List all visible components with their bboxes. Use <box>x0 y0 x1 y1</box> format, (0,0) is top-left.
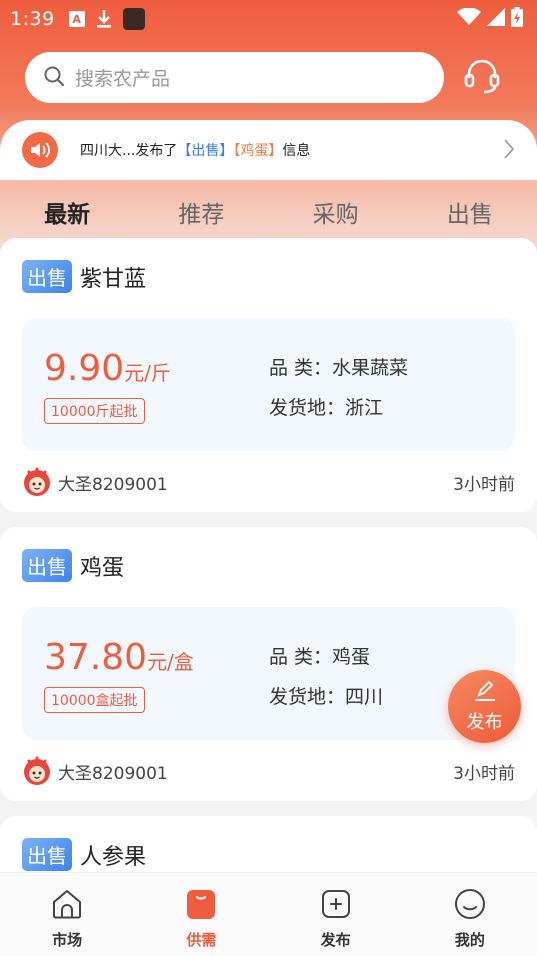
sale-badge: 出售 <box>22 260 72 293</box>
status-bar: 1:39 A <box>0 0 537 38</box>
min-order-badge: 10000盒起批 <box>44 687 145 713</box>
tab-recommended[interactable]: 推荐 <box>134 183 268 237</box>
status-time: 1:39 <box>10 8 55 30</box>
speaker-icon <box>22 132 58 168</box>
timestamp: 3小时前 <box>453 474 515 495</box>
tab-label: 最新 <box>44 202 91 228</box>
headset-icon <box>462 56 502 100</box>
search-placeholder: 搜索农产品 <box>75 68 171 90</box>
listing-card[interactable]: 出售 鸡蛋 37.80元/盒 10000盒起批 品 类：鸡蛋 发货地：四川 大圣… <box>0 527 537 801</box>
tab-label: 推荐 <box>178 202 225 228</box>
announcement-prefix: 四川大...发布了 <box>80 143 178 159</box>
tab-purchase[interactable]: 采购 <box>269 183 403 237</box>
nav-market[interactable]: 市场 <box>0 873 134 956</box>
origin-text: 发货地：四川 <box>269 686 384 708</box>
tab-sale[interactable]: 出售 <box>403 183 537 237</box>
price: 9.90元/斤 <box>44 348 171 389</box>
sale-badge: 出售 <box>22 838 72 871</box>
announcement-tag-sale: 【出售】 <box>177 143 234 159</box>
battery-icon <box>511 7 523 31</box>
price: 37.80元/盒 <box>44 637 194 678</box>
nav-publish[interactable]: 发布 <box>269 873 403 956</box>
price-value: 9.90 <box>44 348 125 389</box>
nav-supply-demand[interactable]: 供需 <box>134 873 268 956</box>
plus-square-icon <box>319 887 353 925</box>
download-icon <box>95 9 113 29</box>
listing-footer: 大圣8209001 3小时前 <box>22 755 515 787</box>
listing-header: 出售 人参果 <box>22 838 146 871</box>
app-notification-icon <box>122 8 145 30</box>
listing-details: 37.80元/盒 10000盒起批 品 类：鸡蛋 发货地：四川 <box>22 607 515 740</box>
nav-label: 发布 <box>320 931 351 949</box>
user-name: 大圣8209001 <box>58 474 168 495</box>
sale-badge: 出售 <box>22 549 72 582</box>
listing-title: 人参果 <box>80 844 147 870</box>
announcement-bar[interactable]: 四川大...发布了【出售】【鸡蛋】信息 <box>0 120 537 180</box>
nav-label: 市场 <box>52 931 83 949</box>
listing-title: 紫甘蓝 <box>80 266 147 292</box>
announcement-tag-egg: 【鸡蛋】 <box>233 143 283 159</box>
tab-latest[interactable]: 最新 <box>0 183 134 237</box>
nav-label: 供需 <box>186 931 217 949</box>
listing-title: 鸡蛋 <box>80 555 125 581</box>
category-text: 品 类：水果蔬菜 <box>269 357 409 379</box>
listing-footer: 大圣8209001 3小时前 <box>22 466 515 498</box>
avatar <box>22 756 52 786</box>
nav-label: 我的 <box>454 931 485 949</box>
publish-fab-button[interactable]: 发布 <box>448 670 521 743</box>
listing-header: 出售 鸡蛋 <box>22 549 124 582</box>
min-order-badge: 10000斤起批 <box>44 398 145 424</box>
fab-label: 发布 <box>466 711 503 733</box>
wifi-icon <box>457 7 481 30</box>
listing-card[interactable]: 出售 紫甘蓝 9.90元/斤 10000斤起批 品 类：水果蔬菜 发货地：浙江 … <box>0 238 537 512</box>
price-unit: 元/斤 <box>124 361 171 385</box>
nav-mine[interactable]: 我的 <box>403 873 537 956</box>
announcement-suffix: 信息 <box>282 143 311 159</box>
tab-label: 采购 <box>312 202 359 228</box>
feed-tabs: 最新 推荐 采购 出售 <box>0 183 537 237</box>
origin-text: 发货地：浙江 <box>269 397 384 419</box>
bottom-navigation: 市场 供需 发布 我的 <box>0 872 537 956</box>
user-name: 大圣8209001 <box>58 763 168 784</box>
notification-a-icon: A <box>68 11 85 27</box>
announcement-text: 四川大...发布了【出售】【鸡蛋】信息 <box>80 140 310 160</box>
house-icon <box>50 887 84 925</box>
listing-header: 出售 紫甘蓝 <box>22 260 146 293</box>
search-input[interactable]: 搜索农产品 <box>25 52 444 103</box>
customer-service-button[interactable] <box>458 56 506 100</box>
chevron-right-icon[interactable] <box>503 138 515 164</box>
price-unit: 元/盒 <box>147 650 194 674</box>
search-icon <box>43 65 65 91</box>
edit-icon <box>473 680 497 706</box>
signal-icon <box>487 8 505 30</box>
category-text: 品 类：鸡蛋 <box>269 646 371 668</box>
smile-face-icon <box>453 887 487 925</box>
timestamp: 3小时前 <box>453 763 515 784</box>
supply-demand-icon <box>184 887 218 925</box>
tab-label: 出售 <box>446 202 493 228</box>
avatar <box>22 467 52 497</box>
price-value: 37.80 <box>44 637 148 678</box>
listing-details: 9.90元/斤 10000斤起批 品 类：水果蔬菜 发货地：浙江 <box>22 318 515 451</box>
